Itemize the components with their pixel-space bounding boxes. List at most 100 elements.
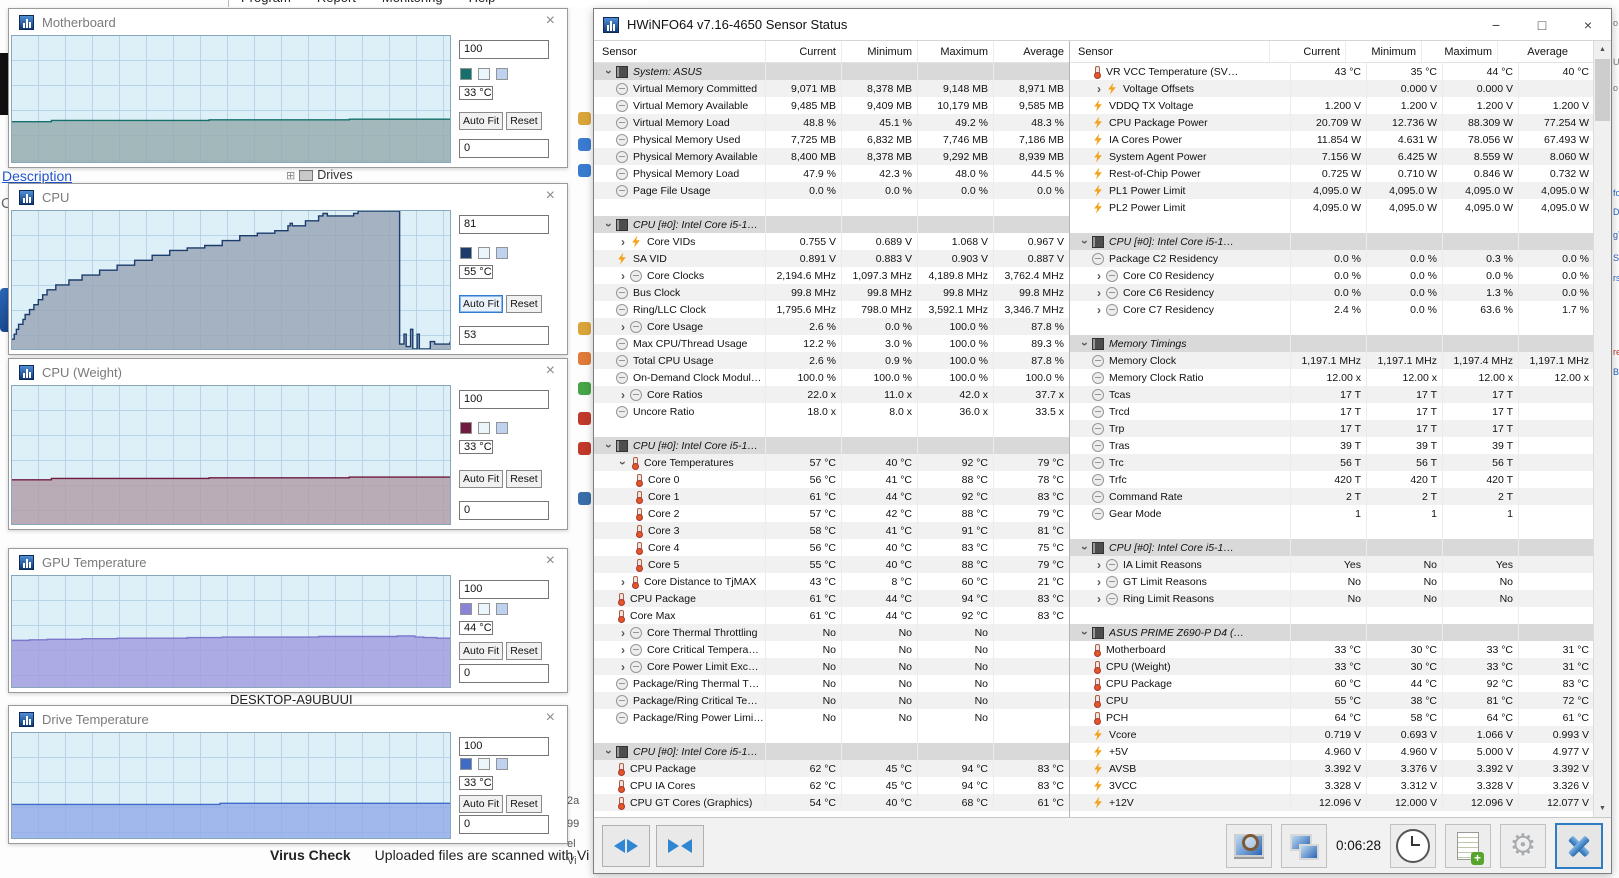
chevron-down-icon[interactable]: › (604, 439, 614, 453)
chevron-right-icon[interactable]: › (1092, 577, 1106, 587)
current-value[interactable]: 44 °C (459, 621, 493, 635)
sensor-row[interactable]: › GT Limit Reasons NoNoNo (1070, 573, 1594, 590)
sensor-group-row[interactable]: › CPU [#0]: Intel Core i5-1… (594, 437, 1069, 454)
sensor-row[interactable]: › Core C0 Residency 0.0 %0.0 %0.0 %0.0 % (1070, 267, 1594, 284)
graph-window-titlebar[interactable]: Motherboard × (9, 9, 567, 35)
column-average[interactable]: Average (993, 41, 1069, 62)
column-maximum[interactable]: Maximum (917, 41, 993, 62)
chevron-down-icon[interactable]: › (604, 218, 614, 232)
color-swatch[interactable] (460, 422, 472, 434)
sensor-row[interactable]: › Core Clocks 2,194.6 MHz1,097.3 MHz4,18… (594, 267, 1069, 284)
sensor-row[interactable]: Memory Clock 1,197.1 MHz1,197.1 MHz1,197… (1070, 352, 1594, 369)
sensor-row[interactable]: System Agent Power 7.156 W6.425 W8.559 W… (1070, 148, 1594, 165)
axis-min-value[interactable]: 0 (459, 139, 549, 158)
sensor-row[interactable]: Package C2 Residency 0.0 %0.0 %0.3 %0.0 … (1070, 250, 1594, 267)
sensor-row[interactable]: Page File Usage 0.0 %0.0 %0.0 %0.0 % (594, 182, 1069, 199)
chevron-right-icon[interactable]: › (1092, 305, 1106, 315)
sensor-row[interactable]: Package/Ring Critical Te… NoNoNo (594, 692, 1069, 709)
hwinfo-titlebar[interactable]: HWiNFO64 v7.16-4650 Sensor Status − □ × (594, 9, 1611, 40)
sensor-row[interactable]: +5V 4.960 V4.960 V5.000 V4.977 V (1070, 743, 1594, 760)
sensor-row[interactable]: VDDQ TX Voltage 1.200 V1.200 V1.200 V1.2… (1070, 97, 1594, 114)
sensor-group-row[interactable]: › Memory Timings (1070, 335, 1594, 352)
sensor-row[interactable]: Rest-of-Chip Power 0.725 W0.710 W0.846 W… (1070, 165, 1594, 182)
sensor-row[interactable]: Virtual Memory Load 48.8 %45.1 %49.2 %48… (594, 114, 1069, 131)
reset-button[interactable]: Reset (506, 795, 541, 813)
color-swatch[interactable] (496, 758, 508, 770)
sensor-row[interactable]: Core 5 55 °C40 °C88 °C79 °C (594, 556, 1069, 573)
chevron-right-icon[interactable]: › (1092, 560, 1106, 570)
sensor-row[interactable]: › IA Limit Reasons YesNoYes (1070, 556, 1594, 573)
sensor-row[interactable]: Core 0 56 °C41 °C88 °C78 °C (594, 471, 1069, 488)
column-current[interactable]: Current (765, 41, 841, 62)
sensor-row[interactable]: CPU Package Power 20.709 W12.736 W88.309… (1070, 114, 1594, 131)
chevron-right-icon[interactable]: › (1092, 594, 1106, 604)
menu-item[interactable]: Program (241, 0, 291, 5)
current-value[interactable]: 55 °C (459, 265, 493, 279)
chevron-right-icon[interactable]: › (1092, 271, 1106, 281)
chevron-down-icon[interactable]: › (1080, 337, 1090, 351)
color-swatch[interactable] (478, 422, 490, 434)
sensor-row[interactable]: Core 1 61 °C44 °C92 °C83 °C (594, 488, 1069, 505)
chevron-right-icon[interactable]: › (616, 577, 630, 587)
sensor-group-row[interactable]: › CPU [#0]: Intel Core i5-1… (594, 743, 1069, 760)
axis-max-value[interactable]: 100 (459, 390, 549, 409)
column-current[interactable]: Current (1269, 41, 1345, 62)
chevron-down-icon[interactable]: › (618, 456, 628, 470)
sensor-row[interactable]: Command Rate 2 T2 T2 T (1070, 488, 1594, 505)
reset-button[interactable]: Reset (506, 642, 541, 660)
color-swatch[interactable] (478, 68, 490, 80)
sensor-row[interactable]: Vcore 0.719 V0.693 V1.066 V0.993 V (1070, 726, 1594, 743)
sensor-row[interactable]: CPU Package 60 °C44 °C92 °C83 °C (1070, 675, 1594, 692)
sensor-row[interactable]: Max CPU/Thread Usage 12.2 %3.0 %100.0 %8… (594, 335, 1069, 352)
sensor-row[interactable]: Virtual Memory Committed 9,071 MB8,378 M… (594, 80, 1069, 97)
auto-fit-button[interactable]: Auto Fit (459, 795, 503, 813)
sensor-row[interactable]: Bus Clock 99.8 MHz99.8 MHz99.8 MHz99.8 M… (594, 284, 1069, 301)
sensor-row[interactable]: › Core Critical Tempera… NoNoNo (594, 641, 1069, 658)
scroll-down-icon[interactable]: ▼ (1594, 800, 1611, 817)
sensor-row[interactable]: › Core Distance to TjMAX 43 °C8 °C60 °C2… (594, 573, 1069, 590)
reset-button[interactable]: Reset (506, 112, 541, 130)
collapse-columns-button[interactable] (656, 825, 704, 867)
sensor-row[interactable]: CPU (Weight) 33 °C30 °C33 °C31 °C (1070, 658, 1594, 675)
color-swatch[interactable] (496, 247, 508, 259)
chevron-down-icon[interactable]: › (1080, 626, 1090, 640)
chevron-right-icon[interactable]: › (616, 322, 630, 332)
axis-min-value[interactable]: 0 (459, 501, 549, 520)
remote-monitoring-button[interactable] (1281, 824, 1327, 868)
chevron-down-icon[interactable]: › (604, 65, 614, 79)
auto-fit-button[interactable]: Auto Fit (459, 642, 503, 660)
sensor-row[interactable]: Trcd 17 T17 T17 T (1070, 403, 1594, 420)
sensor-row[interactable]: +12V 12.096 V12.000 V12.096 V12.077 V (1070, 794, 1594, 811)
report-button[interactable]: + (1445, 824, 1491, 868)
sensor-row[interactable]: › Voltage Offsets 0.000 V0.000 V (1070, 80, 1594, 97)
sensor-row[interactable]: Physical Memory Load 47.9 %42.3 %48.0 %4… (594, 165, 1069, 182)
sensor-row[interactable]: Physical Memory Available 8,400 MB8,378 … (594, 148, 1069, 165)
sensor-row[interactable]: › Core Thermal Throttling NoNoNo (594, 624, 1069, 641)
sensor-row[interactable]: On-Demand Clock Modul… 100.0 %100.0 %100… (594, 369, 1069, 386)
sensor-row[interactable]: Trc 56 T56 T56 T (1070, 454, 1594, 471)
chevron-right-icon[interactable]: › (616, 645, 630, 655)
sensor-group-row[interactable]: › CPU [#0]: Intel Core i5-1… (594, 216, 1069, 233)
color-swatch[interactable] (496, 603, 508, 615)
axis-min-value[interactable]: 0 (459, 815, 549, 834)
sensor-group-row[interactable]: › System: ASUS (594, 63, 1069, 80)
sensor-row[interactable]: CPU Package 61 °C44 °C94 °C83 °C (594, 590, 1069, 607)
settings-button[interactable]: ⚙ (1500, 824, 1546, 868)
sensor-group-row[interactable]: › ASUS PRIME Z690-P D4 (… (1070, 624, 1594, 641)
axis-min-value[interactable]: 53 (459, 326, 549, 345)
column-maximum[interactable]: Maximum (1421, 41, 1497, 62)
reset-button[interactable]: Reset (506, 295, 541, 313)
close-icon[interactable]: × (546, 709, 555, 727)
sensor-row[interactable]: Package/Ring Power Limi… NoNoNo (594, 709, 1069, 726)
sensor-row[interactable]: PL1 Power Limit 4,095.0 W4,095.0 W4,095.… (1070, 182, 1594, 199)
sensor-row[interactable]: CPU 55 °C38 °C81 °C72 °C (1070, 692, 1594, 709)
chevron-right-icon[interactable]: › (1092, 288, 1106, 298)
sensor-row[interactable]: Tras 39 T39 T39 T (1070, 437, 1594, 454)
graph-window-titlebar[interactable]: CPU (Weight) × (9, 359, 567, 385)
sensor-row[interactable]: AVSB 3.392 V3.376 V3.392 V3.392 V (1070, 760, 1594, 777)
sensor-row[interactable]: Core Max 61 °C44 °C92 °C83 °C (594, 607, 1069, 624)
sensor-row[interactable]: › Core Power Limit Exc… NoNoNo (594, 658, 1069, 675)
chevron-right-icon[interactable]: › (1092, 84, 1106, 94)
sensor-row[interactable]: PL2 Power Limit 4,095.0 W4,095.0 W4,095.… (1070, 199, 1594, 216)
chevron-right-icon[interactable]: › (616, 271, 630, 281)
